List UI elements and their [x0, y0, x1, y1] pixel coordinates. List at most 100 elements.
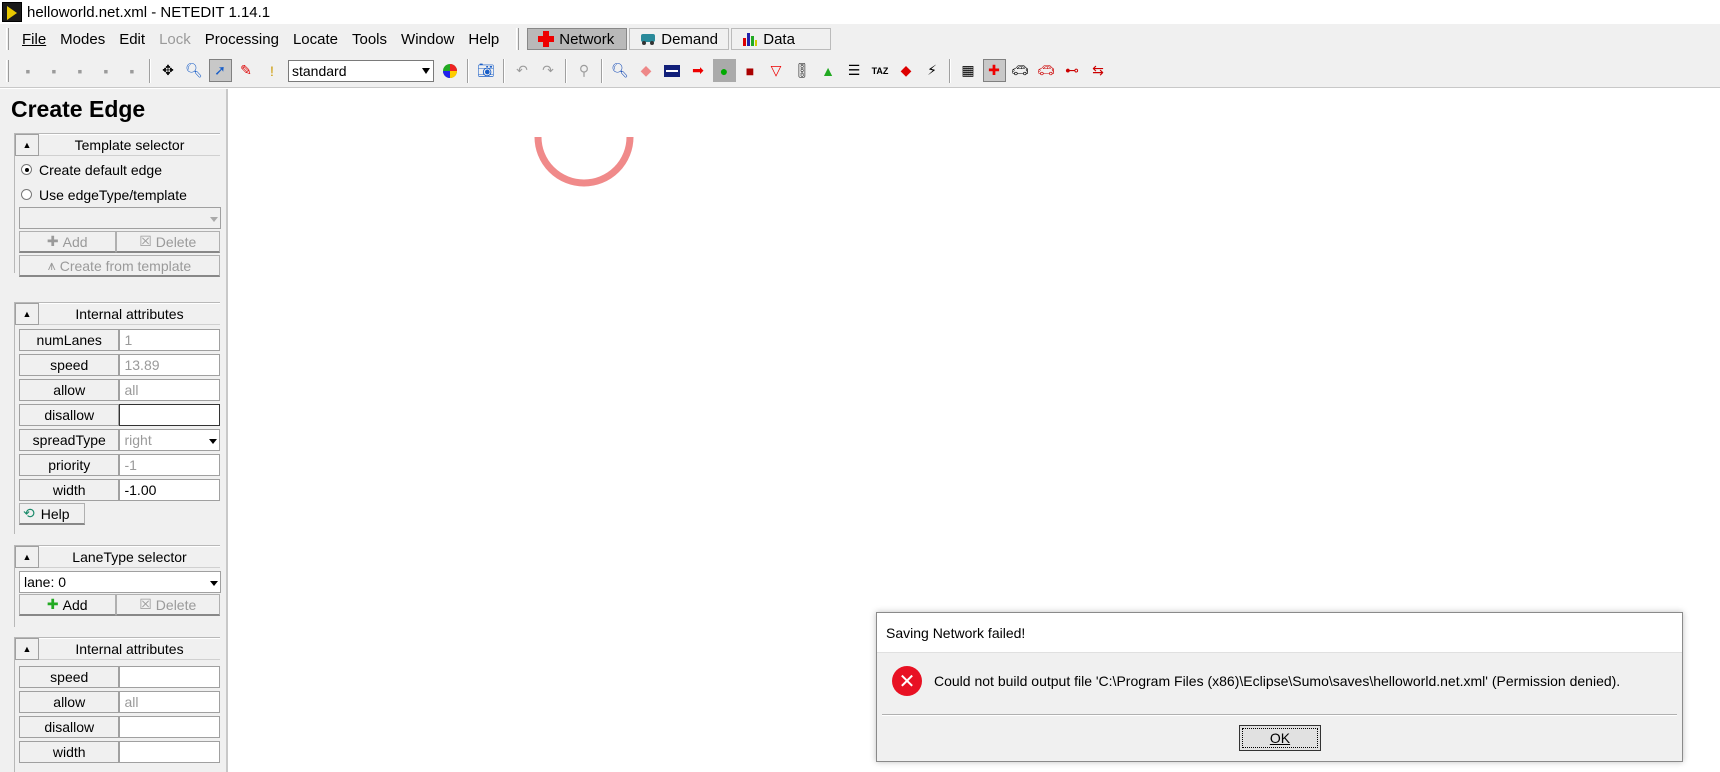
chevron-down-icon	[422, 67, 430, 74]
supermode-demand-tab[interactable]: Demand	[629, 28, 730, 50]
lane-attr-button-allow[interactable]: allow	[19, 690, 120, 713]
menu-help[interactable]: Help	[461, 31, 506, 48]
menu-bar: File Modes Edit Lock Processing Locate T…	[0, 24, 1720, 54]
toolbar-grip[interactable]	[6, 59, 9, 82]
merge-icon[interactable]: ⊷	[1061, 59, 1084, 82]
move-mode-icon[interactable]: ➡	[687, 59, 710, 82]
save-all-button[interactable]: ▪	[121, 59, 144, 82]
lane-attr-row-width: width	[15, 739, 220, 764]
inspect-icon[interactable]: 🔍︎	[609, 59, 632, 82]
add-lanetype-button[interactable]: ✚ Add	[19, 594, 116, 616]
attr-input-allow[interactable]: all	[119, 378, 220, 401]
menu-edit[interactable]: Edit	[112, 31, 152, 48]
lanetype-value: lane: 0	[24, 574, 67, 590]
save-data-button[interactable]: ▪	[95, 59, 118, 82]
radio-use-edgetype-template[interactable]: Use edgeType/template	[15, 182, 220, 207]
warning-note-icon[interactable]: !	[261, 59, 284, 82]
attr-label: width	[19, 478, 120, 501]
color-wheel-icon[interactable]	[439, 59, 462, 82]
lanetype-select[interactable]: lane: 0	[19, 571, 221, 593]
supermode-grip[interactable]	[516, 28, 520, 50]
redo-icon[interactable]: ↷	[537, 59, 560, 82]
attr-input-priority[interactable]: -1	[119, 453, 220, 476]
attr-input-width[interactable]: -1.00	[119, 478, 220, 501]
attr-input-speed[interactable]: 13.89	[119, 353, 220, 376]
bidirectional-icon[interactable]: ⇆	[1087, 59, 1110, 82]
polygon-icon[interactable]: ◆	[895, 59, 918, 82]
vehicle-icon[interactable]: 🚗︎	[1009, 59, 1032, 82]
create-edge-icon[interactable]: ●	[712, 59, 736, 82]
delete-icon[interactable]: ◆	[635, 59, 658, 82]
move-icon[interactable]: ✥	[157, 59, 180, 82]
attr-button-disallow[interactable]: disallow	[19, 403, 120, 426]
radio-create-default-edge[interactable]: Create default edge	[15, 157, 220, 182]
lane-attr-input-allow[interactable]: all	[119, 690, 220, 713]
attr-input-numlanes[interactable]: 1	[119, 328, 220, 351]
template-select[interactable]	[19, 207, 221, 229]
add-template-button[interactable]: ✚ Add	[19, 231, 116, 253]
menu-processing[interactable]: Processing	[198, 31, 286, 48]
dialog-divider	[882, 714, 1677, 716]
delete-template-label: Delete	[155, 233, 197, 250]
help-button[interactable]: ⟲ Help	[19, 503, 85, 525]
collapse-lanetype-selector-button[interactable]: ▲	[15, 546, 39, 568]
screenshot-icon[interactable]: 📷︎	[475, 59, 498, 82]
plus-icon: ✚	[46, 233, 59, 249]
create-from-template-label: Create from template	[59, 257, 192, 274]
attr-button-allow[interactable]: allow	[19, 378, 120, 401]
crossing-icon[interactable]: ☰	[843, 59, 866, 82]
select-mode-icon[interactable]	[661, 59, 684, 82]
save-additionals-button[interactable]: ▪	[43, 59, 66, 82]
delete-x-icon: ☒	[139, 233, 152, 249]
collapse-internal-attributes-button[interactable]: ▲	[15, 303, 39, 325]
prohibition-icon[interactable]: ▽	[765, 59, 788, 82]
save-demand-button[interactable]: ▪	[69, 59, 92, 82]
vehicle-alt-icon[interactable]: 🚗︎	[1035, 59, 1058, 82]
toolbar-separator	[149, 58, 151, 83]
undo-icon[interactable]: ↶	[511, 59, 534, 82]
grid-icon[interactable]: ▦	[957, 59, 980, 82]
attr-row-priority: priority -1	[15, 452, 220, 477]
attr-label: priority	[19, 453, 120, 476]
additional-icon[interactable]: ▲	[817, 59, 840, 82]
create-from-template-button[interactable]: ⩚ Create from template	[19, 255, 220, 277]
lane-attr-input-width[interactable]	[119, 740, 220, 763]
supermode-network-label: Network	[559, 30, 615, 48]
data-icon	[743, 33, 758, 46]
select-icon[interactable]: ➚	[208, 59, 232, 82]
chevron-down-icon	[210, 581, 218, 586]
color-scheme-select[interactable]: standard	[288, 59, 434, 82]
attr-select-spreadtype[interactable]: right	[119, 428, 220, 451]
ok-button[interactable]: OK	[1239, 725, 1321, 751]
supermode-network-tab[interactable]: Network	[527, 28, 628, 50]
menu-lock[interactable]: Lock	[152, 31, 198, 48]
supermode-data-tab[interactable]: Data	[731, 28, 832, 50]
pick-color-icon[interactable]: ✎	[235, 59, 258, 82]
attr-input-disallow[interactable]	[119, 403, 220, 426]
menu-window[interactable]: Window	[394, 31, 461, 48]
save-network-button[interactable]: ▪	[17, 59, 40, 82]
delete-template-button[interactable]: ☒ Delete	[115, 231, 220, 253]
menu-locate[interactable]: Locate	[286, 31, 345, 48]
lane-attr-input-speed[interactable]	[119, 665, 220, 688]
taz-icon[interactable]: TAZ	[869, 59, 892, 82]
error-icon: ✕	[892, 666, 922, 696]
zoom-icon[interactable]: 🔍︎	[183, 59, 206, 82]
collapse-template-selector-button[interactable]: ▲	[15, 134, 39, 156]
lane-attr-button-disallow[interactable]: disallow	[19, 715, 120, 738]
menu-tools[interactable]: Tools	[345, 31, 394, 48]
lane-attr-row-disallow: disallow	[15, 714, 220, 739]
menu-file[interactable]: File	[15, 31, 53, 48]
wire-icon[interactable]: ⚡︎	[921, 59, 944, 82]
traffic-light-icon[interactable]: 🚦︎	[791, 59, 814, 82]
attr-label[interactable]: numLanes	[19, 328, 120, 351]
menu-modes[interactable]: Modes	[53, 31, 112, 48]
lane-attr-input-disallow[interactable]	[119, 715, 220, 738]
junction-shape-icon[interactable]: ✚	[982, 59, 1006, 82]
menubar-grip[interactable]	[6, 28, 9, 50]
locate-icon[interactable]: ⚲	[573, 59, 596, 82]
connection-icon[interactable]: ■	[739, 59, 762, 82]
delete-lanetype-button[interactable]: ☒ Delete	[115, 594, 220, 616]
attr-label[interactable]: speed	[19, 353, 120, 376]
collapse-lane-attributes-button[interactable]: ▲	[15, 638, 39, 660]
